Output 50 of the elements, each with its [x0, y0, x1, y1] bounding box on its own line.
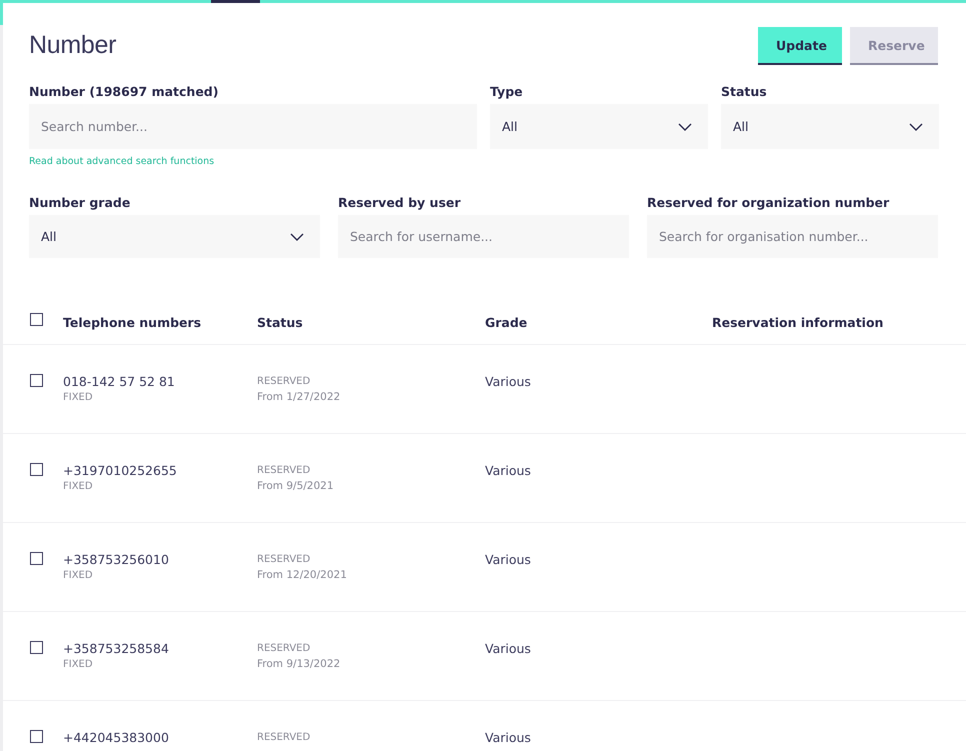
reserved-date: From 12/20/2021 — [257, 569, 348, 581]
chevron-down-icon — [290, 232, 304, 240]
checkbox[interactable] — [30, 374, 43, 387]
field-label: Number (198697 matched) — [29, 84, 220, 98]
field-label: Reserved by user — [338, 195, 462, 209]
reserved-date: From 9/5/2021 — [257, 480, 335, 492]
phone-number: +442045383000 — [63, 730, 170, 745]
search-field[interactable]: Search number... — [29, 104, 477, 149]
page-title: Number — [29, 31, 116, 60]
grade-text: Various — [485, 730, 532, 745]
checkbox[interactable] — [30, 552, 43, 565]
phone-number: +3197010252655 — [63, 463, 178, 478]
status-label: RESERVED — [257, 554, 312, 565]
reserved-date: From 1/27/2022 — [257, 391, 342, 403]
field-label: Number grade — [29, 195, 132, 209]
number-type: FIXED — [63, 570, 94, 581]
status-label: RESERVED — [257, 376, 312, 387]
field-label: Status — [721, 84, 768, 98]
search-field[interactable]: Search for organisation number... — [647, 215, 938, 258]
column-header: Grade — [485, 315, 528, 330]
checkbox[interactable] — [30, 641, 43, 654]
number-type: FIXED — [63, 659, 94, 670]
number-type: FIXED — [63, 481, 94, 492]
field-label: Type — [490, 84, 524, 98]
phone-number: +358753258584 — [63, 641, 170, 656]
checkbox[interactable] — [30, 463, 43, 476]
phone-number: 018-142 57 52 81 — [63, 374, 176, 389]
dropdown[interactable]: All — [721, 104, 939, 149]
status-label: RESERVED — [257, 643, 312, 654]
dropdown[interactable]: All — [29, 215, 320, 258]
chevron-down-icon — [909, 122, 923, 130]
phone-number: +358753256010 — [63, 552, 170, 567]
column-header: Status — [257, 315, 304, 330]
search-field[interactable]: Search for username... — [338, 215, 629, 258]
grade-text: Various — [485, 552, 532, 567]
update-button[interactable]: Update — [758, 27, 842, 65]
dropdown[interactable]: All — [490, 104, 708, 149]
number-type: FIXED — [63, 392, 94, 403]
field-label: Reserved for organization number — [647, 195, 890, 209]
column-header: Reservation information — [712, 315, 884, 330]
checkbox[interactable] — [30, 313, 43, 326]
status-label: RESERVED — [257, 732, 312, 743]
grade-text: Various — [485, 374, 532, 389]
reserved-date: From 9/13/2022 — [257, 658, 342, 670]
status-label: RESERVED — [257, 465, 312, 476]
grade-text: Various — [485, 641, 532, 656]
column-header: Telephone numbers — [63, 315, 202, 330]
grade-text: Various — [485, 463, 532, 478]
chevron-down-icon — [678, 122, 692, 130]
checkbox[interactable] — [30, 730, 43, 743]
